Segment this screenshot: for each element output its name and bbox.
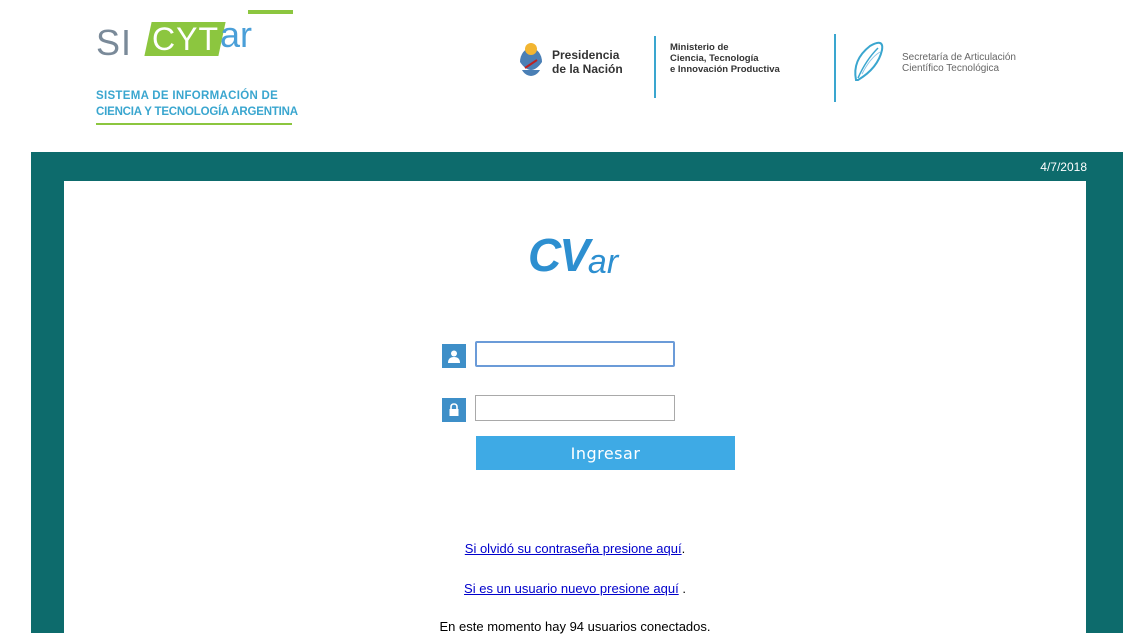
presidencia-line1: Presidencia — [552, 48, 620, 62]
page-header: SI CYT ar SISTEMA DE INFORMACIÓN DE CIEN… — [0, 0, 1123, 152]
secretaria-line1: Secretaría de Articulación — [902, 52, 1016, 63]
logo-subtitle-line1: SISTEMA DE INFORMACIÓN DE — [96, 90, 279, 102]
logo-divider — [654, 36, 656, 98]
username-input[interactable] — [475, 341, 675, 367]
forgot-password-link[interactable]: Si olvidó su contraseña presione aquí — [465, 541, 682, 556]
online-users-text: En este momento hay 94 usuarios conectad… — [439, 619, 711, 634]
logo-ar-text: ar — [220, 14, 253, 55]
user-icon-glyph — [448, 350, 460, 363]
forgot-password-line: Si olvidó su contraseña presione aquí. — [64, 541, 1086, 556]
logo-subtitle-line2: CIENCIA Y TECNOLOGÍA ARGENTINA — [96, 106, 298, 118]
ministerio-line1: Ministerio de — [670, 42, 729, 53]
ministerio-line3: e Innovación Productiva — [670, 64, 780, 75]
logo-underline — [96, 123, 292, 125]
new-user-line: Si es un usuario nuevo presione aquí . — [64, 581, 1086, 596]
ministerio-line2: Ciencia, Tecnología — [670, 53, 759, 64]
main-frame: 4/7/2018 CVar Ingresar Si olvidó su cont… — [31, 152, 1123, 634]
login-button[interactable]: Ingresar — [476, 436, 735, 470]
lock-icon — [442, 398, 466, 422]
ministerio-label: Ministerio de Ciencia, Tecnología e Inno… — [670, 42, 780, 75]
secretaria-label: Secretaría de Articulación Científico Te… — [902, 52, 1016, 74]
sicytar-logo[interactable]: SI CYT ar SISTEMA DE INFORMACIÓN DE CIEN… — [96, 10, 306, 135]
national-shield-icon — [520, 43, 542, 76]
cvar-logo-ar: ar — [587, 243, 619, 281]
logo-divider — [834, 34, 836, 102]
logo-accent-bar — [248, 10, 293, 14]
password-input[interactable] — [475, 395, 675, 421]
login-panel: CVar Ingresar Si olvidó su contraseña pr… — [64, 181, 1086, 634]
lock-icon-glyph — [449, 403, 459, 416]
logo-si-text: SI — [96, 22, 133, 63]
cvar-logo: CVar — [528, 228, 618, 282]
logo-cyt-block: CYT — [144, 21, 226, 57]
new-user-suffix: . — [678, 581, 686, 596]
feather-logo-icon — [854, 41, 884, 81]
forgot-password-suffix: . — [681, 541, 686, 556]
user-icon — [442, 344, 466, 368]
cvar-logo-cv: CV — [528, 229, 590, 281]
secretaria-line2: Científico Tecnológica — [902, 63, 1000, 74]
logo-cyt-text: CYT — [152, 21, 219, 57]
current-date: 4/7/2018 — [1040, 160, 1087, 174]
presidencia-line2: de la Nación — [552, 62, 623, 76]
government-logos: Presidencia de la Nación Ministerio de C… — [516, 30, 1076, 102]
new-user-link[interactable]: Si es un usuario nuevo presione aquí — [464, 581, 679, 596]
presidencia-label: Presidencia de la Nación — [552, 48, 623, 76]
